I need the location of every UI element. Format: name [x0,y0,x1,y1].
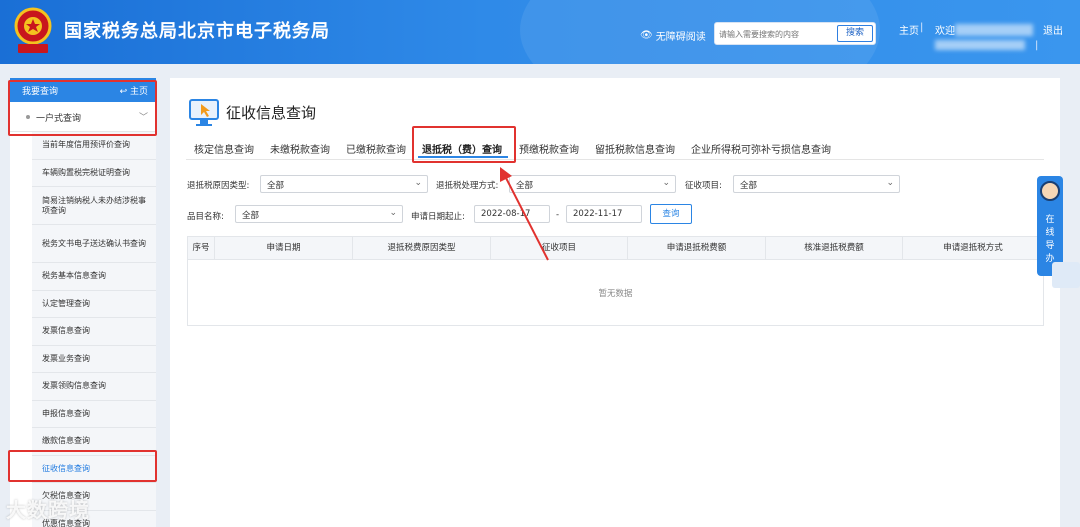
header-separator: | [920,22,924,33]
watermark-text: 大数跨境 [6,498,90,522]
sidebar-item-vehicle-tax-cert[interactable]: 车辆购置税完税证明查询 [32,160,156,187]
process-method-value: 全部 [516,181,534,191]
welcome-text: 欢迎 [935,26,955,37]
assistant-avatar-icon [1040,181,1060,201]
online-guide-text: 在 线 导 办 [1037,214,1063,266]
tax-emblem-logo [14,7,52,53]
levy-item-select[interactable]: 全部 ⌄ [733,175,900,193]
sidebar-item-invoice-info[interactable]: 发票信息查询 [32,318,156,346]
reason-type-value: 全部 [267,181,285,191]
date-to-input[interactable]: 2022-11-17 [566,205,642,223]
header-separator-2: | [1035,40,1039,51]
eye-icon: 👁 [640,30,653,41]
table-header: 序号 申请日期 退抵税费原因类型 征收项目 申请退抵税费额 核准退抵税费额 申请… [188,237,1043,260]
search-input[interactable] [719,26,835,42]
home-link[interactable]: 主页 [899,22,919,37]
tab-prepaid[interactable]: 预缴税款查询 [519,141,579,156]
item-name-label: 品目名称: [187,212,224,222]
process-method-label: 退抵税处理方式: [436,181,499,191]
tab-loss-carryforward[interactable]: 企业所得税可弥补亏损信息查询 [691,141,831,156]
results-table: 序号 申请日期 退抵税费原因类型 征收项目 申请退抵税费额 核准退抵税费额 申请… [187,236,1044,326]
accessibility-float-icon[interactable] [1052,262,1080,288]
sidebar-item-basic-info[interactable]: 税务基本信息查询 [32,263,156,291]
query-button[interactable]: 查询 [650,204,692,224]
col-index: 序号 [192,243,210,253]
search-box: 搜索 [714,22,876,45]
item-name-value: 全部 [242,211,260,221]
sidebar-item-credit-evaluation[interactable]: 当前年度信用预评价查询 [32,132,156,160]
date-separator: - [556,210,560,220]
annotation-box-refund-tab [412,126,516,163]
sidebar-item-deregistration[interactable]: 简易注销纳税人未办结涉税事项查询 [32,187,156,225]
logout-link[interactable]: 退出 [1043,22,1063,37]
col-levy-item: 征收项目 [490,237,627,260]
empty-state-text: 暂无数据 [598,289,633,299]
accessibility-label: 无障碍阅读 [655,32,706,43]
col-reason-type: 退抵税费原因类型 [352,237,490,260]
tab-paid[interactable]: 已缴税款查询 [346,141,406,156]
page-title: 征收信息查询 [226,104,317,122]
tab-unpaid[interactable]: 未缴税款查询 [270,141,330,156]
col-approved-amount: 核准退抵税费额 [765,237,902,260]
sidebar-item-recognition[interactable]: 认定管理查询 [32,291,156,318]
tab-assessment[interactable]: 核定信息查询 [194,141,254,156]
accessibility-reading[interactable]: 👁 无障碍阅读 [640,28,706,43]
guide-char-3: 导 [1045,241,1055,251]
header-bar: 国家税务总局北京市电子税务局 👁 无障碍阅读 搜索 主页 | 欢迎 | 退出 [0,0,1080,64]
chevron-down-icon: ⌄ [662,178,670,188]
company-redacted [935,40,1025,50]
site-title: 国家税务总局北京市电子税务局 [64,21,330,42]
sidebar-item-invoice-purchase[interactable]: 发票领购信息查询 [32,373,156,401]
annotation-box-sidebar-group [8,80,157,136]
tab-bar: 核定信息查询 未缴税款查询 已缴税款查询 退抵税（费）查询 预缴税款查询 留抵税… [186,134,1044,160]
date-range-label: 申请日期起止: [411,212,465,222]
levy-item-value: 全部 [740,181,758,191]
date-from-input[interactable]: 2022-08-17 [474,205,550,223]
chevron-down-icon: ⌄ [414,178,422,188]
col-refund-method: 申请退抵税方式 [902,237,1043,260]
reason-type-label: 退抵税原因类型: [187,181,250,191]
process-method-select[interactable]: 全部 ⌄ [509,175,676,193]
levy-item-label: 征收项目: [685,181,722,191]
sidebar-item-e-delivery[interactable]: 税务文书电子送达确认书查询 [32,225,156,263]
annotation-box-levy-item [8,450,157,482]
tab-retained-credit[interactable]: 留抵税款信息查询 [595,141,675,156]
chevron-down-icon: ⌄ [886,178,894,188]
item-name-select[interactable]: 全部 ⌄ [235,205,403,223]
date-from-value: 2022-08-17 [481,209,531,219]
online-guide-widget[interactable]: 在 线 导 办 [1037,176,1063,276]
monitor-cursor-icon [189,99,219,126]
col-apply-date: 申请日期 [214,237,352,260]
sidebar-item-declaration[interactable]: 申报信息查询 [32,401,156,428]
reason-type-select[interactable]: 全部 ⌄ [260,175,428,193]
date-to-value: 2022-11-17 [573,209,623,219]
chevron-down-icon: ⌄ [389,208,397,218]
sidebar-item-invoice-business[interactable]: 发票业务查询 [32,346,156,373]
username-redacted [955,24,1033,36]
guide-char-1: 在 [1045,215,1055,225]
search-button[interactable]: 搜索 [837,25,873,42]
guide-char-2: 线 [1045,228,1055,238]
col-apply-amount: 申请退抵税费额 [627,237,765,260]
